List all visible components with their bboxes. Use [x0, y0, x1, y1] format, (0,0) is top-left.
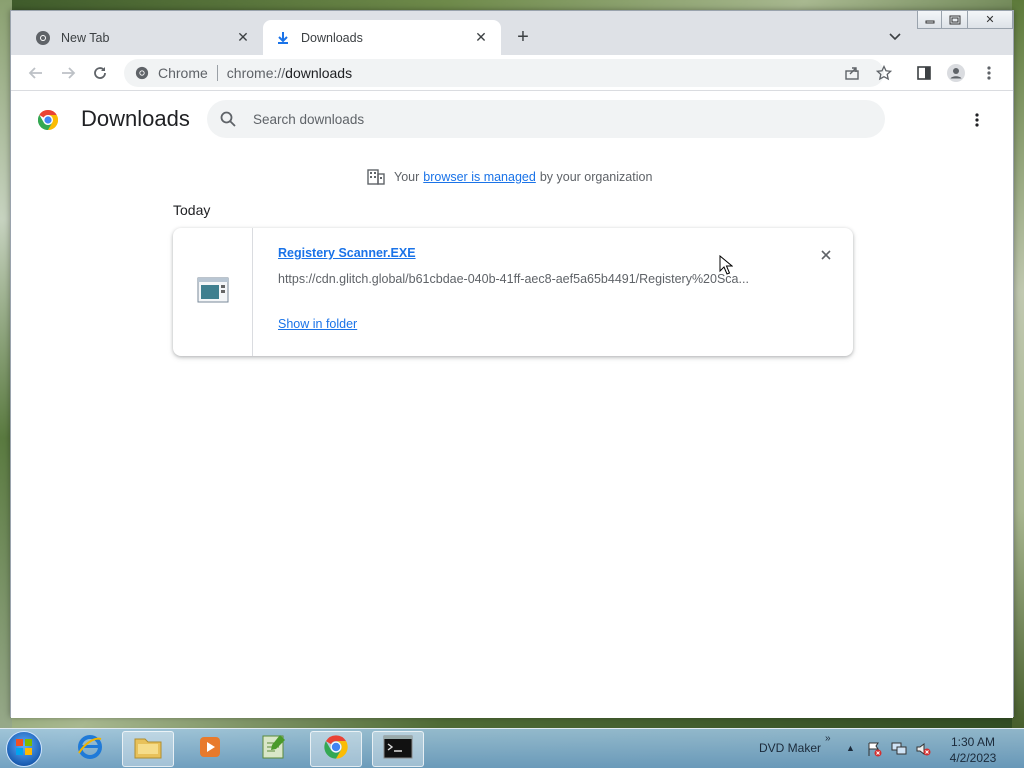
- site-name: Chrome: [158, 65, 208, 81]
- taskbar: DVD Maker » ▲ 1:30 AM 4/2/2023: [0, 728, 1024, 768]
- download-url: https://cdn.glitch.global/b61cbdae-040b-…: [278, 272, 749, 286]
- close-tab-icon[interactable]: ✕: [473, 29, 489, 46]
- chrome-icon: [322, 733, 350, 766]
- minimize-button[interactable]: [917, 11, 941, 29]
- browser-window: New Tab ✕ Downloads ✕ + ✕ Chrome chrome:…: [10, 10, 1014, 718]
- start-button[interactable]: [6, 731, 42, 767]
- side-panel-icon[interactable]: [912, 61, 936, 85]
- tab-strip: New Tab ✕ Downloads ✕ + ✕: [11, 11, 1013, 55]
- back-arrow-icon[interactable]: [24, 61, 48, 85]
- close-window-button[interactable]: ✕: [967, 11, 1013, 29]
- search-downloads-input[interactable]: Search downloads: [207, 100, 885, 138]
- show-hidden-icons-icon[interactable]: ▲: [846, 743, 855, 753]
- more-menu-icon[interactable]: [977, 61, 1001, 85]
- managed-notice: Your browser is managed by your organiza…: [366, 168, 652, 186]
- remove-download-icon[interactable]: [817, 246, 835, 264]
- clock-time: 1:30 AM: [950, 735, 996, 749]
- command-prompt-icon: [383, 735, 413, 764]
- tray-toolbar-label[interactable]: DVD Maker: [759, 741, 821, 755]
- taskbar-media-player[interactable]: [184, 731, 236, 767]
- address-bar[interactable]: Chrome chrome:// downloads: [124, 59, 884, 87]
- forward-arrow-icon[interactable]: [56, 61, 80, 85]
- managed-suffix: by your organization: [539, 170, 653, 184]
- windows-logo-icon: [15, 738, 33, 761]
- maximize-button[interactable]: [941, 11, 967, 29]
- url-host: downloads: [285, 65, 353, 81]
- tab-title: New Tab: [61, 30, 110, 45]
- building-icon: [366, 168, 386, 186]
- chrome-icon: [35, 30, 51, 46]
- reload-icon[interactable]: [88, 61, 112, 85]
- folder-icon: [133, 734, 163, 765]
- taskbar-chrome[interactable]: [310, 731, 362, 767]
- taskbar-notepad-plus[interactable]: [248, 731, 300, 767]
- chrome-icon: [134, 65, 150, 81]
- search-placeholder: Search downloads: [253, 111, 365, 127]
- url-scheme: chrome://: [226, 65, 286, 81]
- taskbar-internet-explorer[interactable]: [64, 731, 116, 767]
- tab-new-tab[interactable]: New Tab ✕: [23, 20, 263, 55]
- search-icon: [219, 110, 237, 128]
- show-in-folder-link[interactable]: Show in folder: [278, 317, 357, 331]
- browser-managed-link[interactable]: browser is managed: [423, 170, 536, 184]
- download-item: Registery Scanner.EXE https://cdn.glitch…: [173, 228, 853, 356]
- page-title: Downloads: [81, 106, 190, 131]
- chrome-logo-icon: [36, 108, 60, 132]
- downloads-page: Downloads Search downloads Your browser …: [11, 92, 1013, 718]
- download-icon: [275, 30, 291, 46]
- bookmark-star-icon[interactable]: [872, 61, 896, 85]
- page-more-menu-icon[interactable]: [967, 110, 987, 130]
- internet-explorer-icon: [76, 733, 104, 766]
- clock-date: 4/2/2023: [949, 751, 997, 765]
- tab-downloads[interactable]: Downloads ✕: [263, 20, 501, 55]
- browser-toolbar: Chrome chrome:// downloads: [11, 55, 1013, 91]
- mouse-cursor-icon: [719, 254, 734, 275]
- divider: [216, 65, 218, 81]
- file-icon-column: [173, 228, 253, 356]
- download-file-name-link[interactable]: Registery Scanner.EXE: [278, 246, 416, 260]
- managed-prefix: Your: [394, 170, 420, 184]
- taskbar-file-explorer[interactable]: [122, 731, 174, 767]
- share-icon[interactable]: [840, 61, 864, 85]
- notepad-plus-icon: [260, 733, 288, 766]
- system-clock[interactable]: 1:30 AM 4/2/2023: [940, 734, 1006, 766]
- network-icon[interactable]: [891, 741, 907, 757]
- volume-muted-icon[interactable]: [915, 741, 931, 757]
- profile-avatar-icon[interactable]: [944, 61, 968, 85]
- new-tab-button[interactable]: +: [511, 25, 535, 49]
- tab-title: Downloads: [301, 30, 363, 45]
- media-player-icon: [197, 734, 223, 765]
- date-heading: Today: [173, 202, 211, 218]
- close-tab-icon[interactable]: ✕: [235, 29, 251, 46]
- action-center-flag-icon[interactable]: [866, 741, 882, 757]
- executable-file-icon: [197, 277, 229, 308]
- tray-toolbar-chevron-icon[interactable]: »: [825, 733, 831, 744]
- taskbar-command-prompt[interactable]: [372, 731, 424, 767]
- tab-search-chevron-icon[interactable]: [885, 27, 905, 47]
